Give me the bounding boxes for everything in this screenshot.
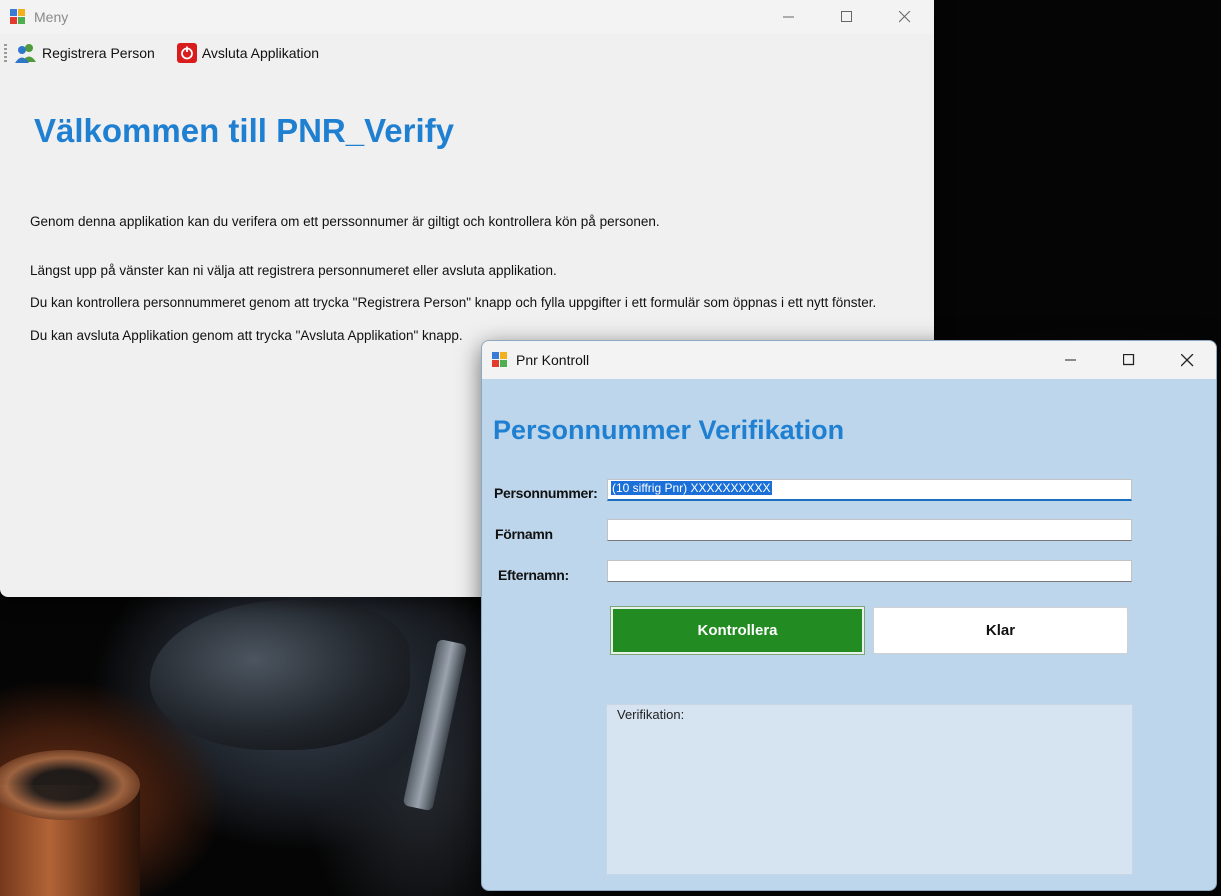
register-person-button[interactable]: Registrera Person xyxy=(15,43,155,63)
firstname-label: Förnamn xyxy=(495,526,553,542)
welcome-title: Välkommen till PNR_Verify xyxy=(34,112,454,149)
toolbar: Registrera Person Avsluta Applikation xyxy=(0,38,934,68)
lastname-label: Efternamn: xyxy=(498,567,569,583)
instruction-paragraph-3: Du kan avsluta Applikation genom att try… xyxy=(30,328,463,343)
personnummer-input-value: (10 siffrig Pnr) XXXXXXXXXX xyxy=(611,481,772,495)
pnr-window: Pnr Kontroll Personnummer Verifikation P… xyxy=(481,340,1217,891)
close-button[interactable] xyxy=(876,0,934,34)
intro-paragraph: Genom denna applikation kan du verifera … xyxy=(30,214,660,229)
firstname-input[interactable] xyxy=(607,519,1132,541)
minimize-button[interactable] xyxy=(1042,341,1100,379)
main-window-title: Meny xyxy=(34,9,69,25)
background-metal-shape xyxy=(150,600,410,750)
done-button[interactable]: Klar xyxy=(873,607,1128,654)
verification-label: Verifikation: xyxy=(617,707,685,722)
pnr-heading: Personnummer Verifikation xyxy=(493,415,845,445)
maximize-button[interactable] xyxy=(1100,341,1158,379)
exit-application-button[interactable]: Avsluta Applikation xyxy=(176,43,320,63)
register-person-label: Registrera Person xyxy=(42,45,155,61)
instruction-paragraph-1: Längst upp på vänster kan ni välja att r… xyxy=(30,263,557,278)
app-icon xyxy=(10,9,26,25)
maximize-icon xyxy=(1123,354,1135,366)
users-icon xyxy=(15,43,37,63)
app-icon xyxy=(492,352,508,368)
lastname-input[interactable] xyxy=(607,560,1132,582)
toolbar-grip-icon[interactable] xyxy=(4,44,7,62)
pnr-window-titlebar[interactable]: Pnr Kontroll xyxy=(482,341,1216,379)
maximize-button[interactable] xyxy=(818,0,876,34)
close-icon xyxy=(1180,353,1193,366)
instruction-paragraph-2: Du kan kontrollera personnummeret genom … xyxy=(30,295,877,310)
exit-application-label: Avsluta Applikation xyxy=(201,45,320,61)
personnummer-label: Personnummer: xyxy=(494,485,598,501)
close-icon xyxy=(899,11,911,23)
minimize-icon xyxy=(783,16,794,18)
power-icon xyxy=(176,43,197,63)
verification-groupbox: Verifikation: xyxy=(606,704,1133,875)
background-metal-bar xyxy=(402,638,468,812)
minimize-button[interactable] xyxy=(760,0,818,34)
main-window-titlebar[interactable]: Meny xyxy=(0,0,934,34)
personnummer-input[interactable]: (10 siffrig Pnr) XXXXXXXXXX xyxy=(607,479,1132,501)
minimize-icon xyxy=(1065,359,1076,361)
close-button[interactable] xyxy=(1158,341,1216,379)
pnr-window-title: Pnr Kontroll xyxy=(516,352,590,368)
check-button[interactable]: Kontrollera xyxy=(610,606,865,655)
maximize-icon xyxy=(841,11,852,22)
